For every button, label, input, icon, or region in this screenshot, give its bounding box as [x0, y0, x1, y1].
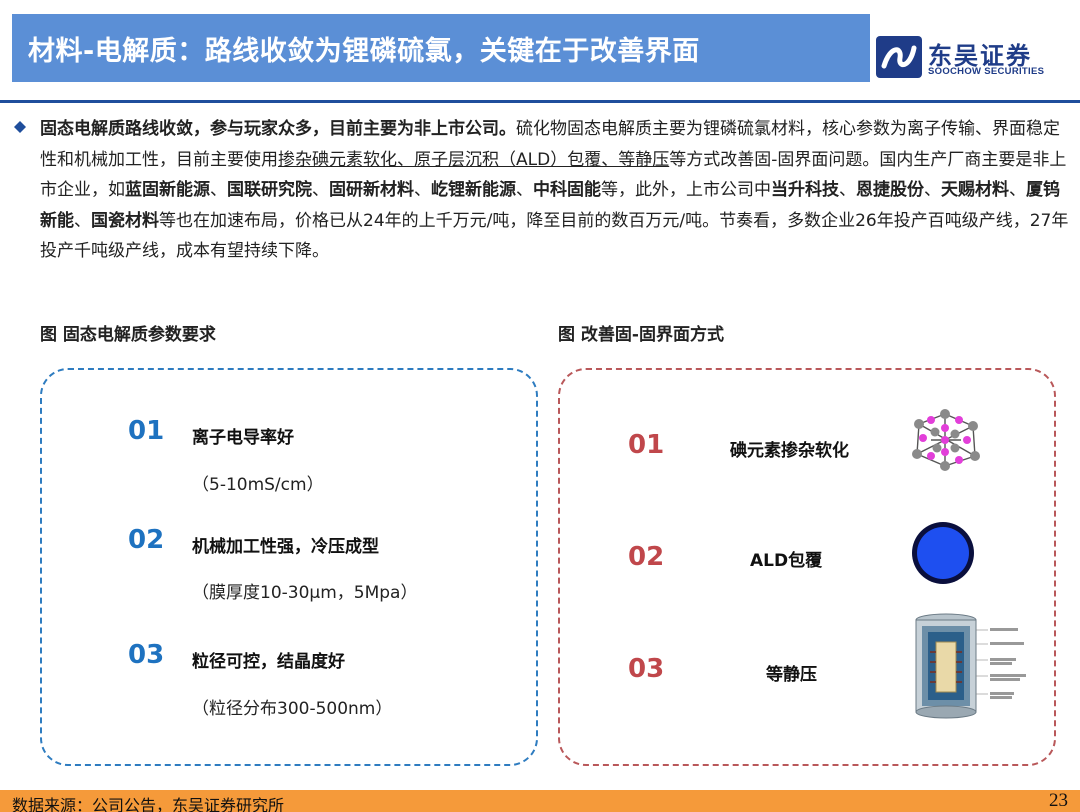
brand-logo: 东吴证券 SOOCHOW SECURITIES	[876, 36, 1076, 86]
company-name: 当升科技	[771, 180, 839, 200]
figure-caption-right: 图 改善固-固界面方式	[558, 325, 724, 345]
item-number: 01	[128, 416, 165, 446]
ald-coated-particle-icon	[912, 522, 974, 584]
company-name: 中科固能	[533, 180, 601, 200]
page-title: 材料-电解质：路线收敛为锂磷硫氯，关键在于改善界面	[28, 35, 700, 67]
company-name: 屹锂新能源	[431, 180, 516, 200]
company-name: 恩捷股份	[856, 180, 924, 200]
summary-methods: 掺杂碘元素软化、原子层沉积（ALD）包覆、等静压	[278, 149, 670, 170]
company-name: 蓝固新能源	[125, 180, 210, 200]
company-name: 国联研究院	[227, 180, 312, 200]
page-number: 23	[1049, 790, 1068, 811]
item-title: 机械加工性强，冷压成型	[192, 537, 379, 557]
item-title: 等静压	[766, 665, 817, 685]
summary-paragraph: 固态电解质路线收敛，参与玩家众多，目前主要为非上市公司。硫化物固态电解质主要为锂…	[40, 119, 1069, 262]
item-subtitle: （膜厚度10-30μm，5Mpa）	[192, 583, 418, 603]
soochow-logo-icon	[876, 36, 922, 78]
company-name: 天赐材料	[941, 180, 1009, 200]
summary-text-4: 等也在加速布局，价格已从24年的上千万元/吨，降至目前的数百万元/吨。节奏看，多…	[40, 210, 1069, 262]
item-number: 02	[628, 542, 665, 572]
summary-text-3: 等，此外，上市公司中	[601, 180, 771, 200]
isostatic-press-icon	[915, 613, 1026, 719]
item-number: 03	[628, 654, 665, 684]
diamond-bullet-icon	[14, 121, 26, 133]
crystal-structure-icon	[912, 409, 980, 471]
data-source: 数据来源：公司公告，东吴证券研究所	[12, 796, 285, 812]
title-bar: 材料-电解质：路线收敛为锂磷硫氯，关键在于改善界面	[12, 14, 870, 82]
item-subtitle: （5-10mS/cm）	[192, 475, 324, 495]
item-title: 离子电导率好	[192, 428, 294, 448]
figure-caption-left: 图 固态电解质参数要求	[40, 325, 216, 345]
item-number: 02	[128, 525, 165, 555]
company-name: 固研新材料	[329, 180, 414, 200]
summary-lead: 固态电解质路线收敛，参与玩家众多，目前主要为非上市公司。	[40, 119, 516, 139]
item-number: 01	[628, 430, 665, 460]
item-number: 03	[128, 640, 165, 670]
item-subtitle: （粒径分布300-500nm）	[192, 699, 393, 719]
item-title: ALD包覆	[750, 551, 823, 571]
header-divider	[0, 100, 1080, 103]
electrolyte-requirements-panel: 01 离子电导率好 （5-10mS/cm） 02 机械加工性强，冷压成型 （膜厚…	[40, 368, 538, 766]
item-title: 粒径可控，结晶度好	[192, 652, 345, 672]
company-name: 国瓷材料	[91, 210, 159, 231]
logo-english-name: SOOCHOW SECURITIES	[928, 66, 1045, 77]
item-title: 碘元素掺杂软化	[730, 441, 849, 461]
